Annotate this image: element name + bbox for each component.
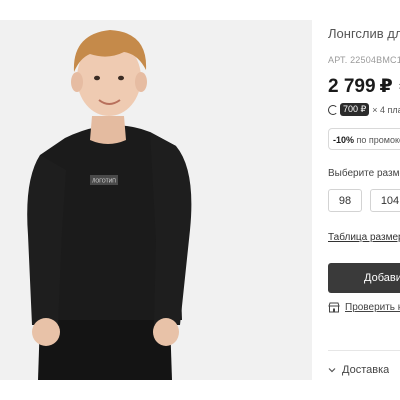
product-title: Лонгслив для xyxy=(328,26,400,41)
installment-amount: 700 ₽ xyxy=(340,103,370,116)
size-option-98[interactable]: 98 xyxy=(328,189,362,212)
delivery-label: Доставка xyxy=(342,364,390,376)
price-currency: ₽ xyxy=(379,76,393,97)
product-photo-illustration: ЛОГОТИП xyxy=(0,20,312,380)
promo-text: по промоко xyxy=(354,135,400,145)
promo-discount: -10% xyxy=(333,135,355,145)
product-article: АРТ. 22504BMC12 xyxy=(328,55,400,65)
check-store-label: Проверить на xyxy=(345,302,400,313)
chevron-down-icon xyxy=(328,368,336,373)
size-option-104[interactable]: 104 xyxy=(370,189,400,212)
chest-patch-text: ЛОГОТИП xyxy=(92,179,116,185)
size-select-label: Выберите размер xyxy=(328,168,400,179)
neck xyxy=(90,116,126,144)
right-hand xyxy=(153,318,179,346)
store-icon xyxy=(328,302,340,313)
delivery-accordion[interactable]: Доставка xyxy=(328,364,389,376)
installment-note: × 4 плат xyxy=(372,104,400,115)
product-photo[interactable]: ЛОГОТИП xyxy=(0,20,312,380)
add-to-cart-button[interactable]: Добави xyxy=(328,263,400,293)
installment-row[interactable]: 700 ₽ × 4 плат xyxy=(328,103,400,116)
price-row: 2 799₽з xyxy=(328,75,400,98)
check-store-link[interactable]: Проверить на xyxy=(328,302,400,313)
promo-badge[interactable]: -10% по промоко xyxy=(328,128,400,150)
price-value: 2 799 xyxy=(328,76,376,97)
size-table-link[interactable]: Таблица размеров xyxy=(328,232,400,243)
divider xyxy=(328,350,400,351)
product-info-panel: Лонгслив для АРТ. 22504BMC12 2 799₽з 700… xyxy=(328,0,400,400)
installment-logo-icon xyxy=(328,104,338,115)
left-hand xyxy=(32,318,60,346)
